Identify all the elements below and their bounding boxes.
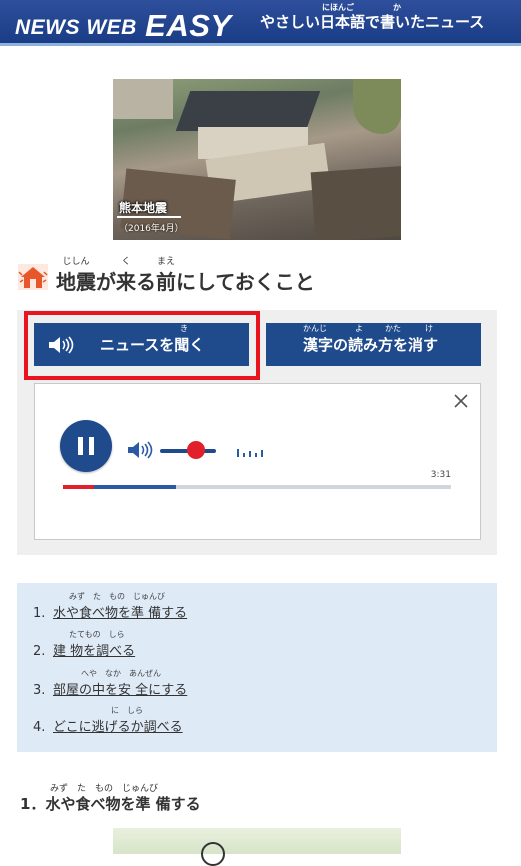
outline-link-1[interactable]: 水や食べ物を準 備する — [53, 606, 187, 621]
kanji-toggle-label: 漢字の読み方を消す — [303, 336, 439, 354]
subtitle-ruby-ka: か — [393, 3, 401, 12]
hide-kanji-reading-button[interactable]: かんじ よ かた け 漢字の読み方を消す — [266, 323, 481, 366]
close-icon[interactable] — [452, 392, 470, 410]
outline-link-2[interactable]: 建 物を調べる — [53, 644, 135, 659]
duration-label: 3:31 — [430, 470, 451, 480]
outline-link-4[interactable]: どこに逃げるか調べる — [53, 720, 183, 735]
article-outline: みず た もの じゅんび 1. 水や食べ物を準 備する たてもの しら 2. 建 物… — [17, 583, 497, 752]
news-photo: 熊本地震 （2016年4月） — [113, 79, 401, 240]
outline-link-3[interactable]: 部屋の中を安 全にする — [53, 683, 187, 698]
section-ruby: みず た もの じゅんび — [50, 784, 159, 794]
photo-caption-title: 熊本地震 — [119, 201, 168, 215]
pause-button[interactable] — [60, 420, 112, 472]
article-title: じしん 地震がく来る まえ 前にしておくこと — [56, 257, 315, 294]
site-header: NEWS WEB EASY にほんご か やさしい日本語で書いたニュース — [0, 0, 521, 46]
disaster-house-icon — [18, 264, 48, 290]
logo-easy: EASY — [145, 8, 232, 43]
section-heading: みず た もの じゅんび 1．水や食べ物を準 備する — [20, 784, 201, 814]
progress-played — [63, 485, 94, 489]
logo-text: NEWS WEB — [15, 16, 137, 39]
section-title: 水や食べ物を準 備する — [45, 795, 201, 813]
volume-slider-knob[interactable] — [187, 441, 205, 459]
photo-caption-date: （2016年4月） — [119, 224, 184, 234]
list-item[interactable]: たてもの しら 2. 建 物を調べる — [33, 630, 135, 659]
site-subtitle: にほんご か やさしい日本語で書いたニュース — [260, 3, 485, 32]
site-logo[interactable]: NEWS WEB EASY — [15, 6, 232, 43]
listen-button-highlight — [24, 311, 260, 380]
subtitle-ruby-nihongo: にほんご — [322, 3, 354, 12]
list-item[interactable]: へや なか あんぜん 3. 部屋の中を安 全にする — [33, 669, 187, 698]
photo-caption-divider — [117, 216, 181, 218]
list-item[interactable]: みず た もの じゅんび 1. 水や食べ物を準 備する — [33, 592, 187, 621]
subtitle-text: やさしい日本語で書いたニュース — [260, 13, 485, 31]
volume-icon[interactable] — [127, 440, 153, 460]
list-item[interactable]: に しら 4. どこに逃げるか調べる — [33, 706, 183, 735]
audio-player: 3:31 — [34, 383, 481, 540]
pause-icon — [78, 437, 83, 455]
section-number: 1． — [20, 795, 46, 813]
playback-speed-icon[interactable] — [237, 445, 267, 457]
section-image — [113, 828, 401, 866]
